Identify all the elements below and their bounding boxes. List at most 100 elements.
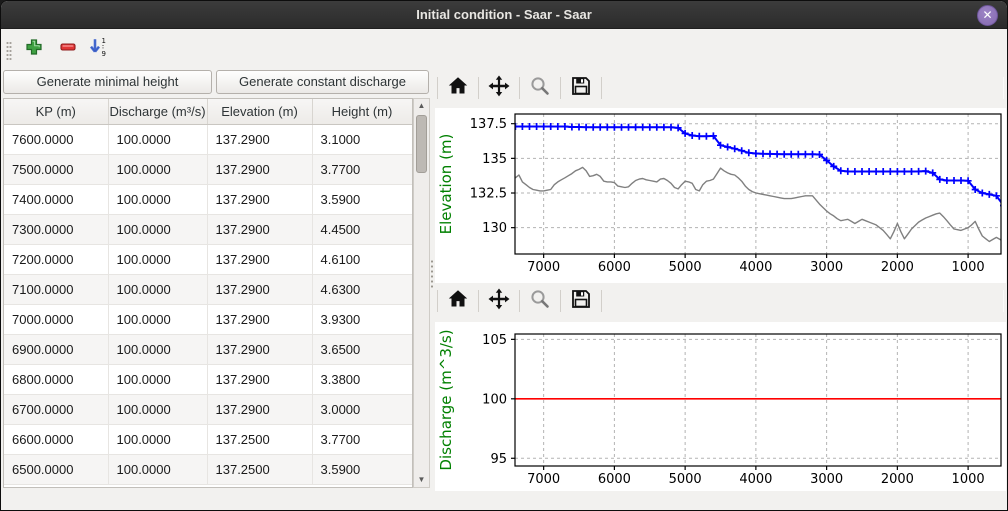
table-cell[interactable]: 3.6500 [312,334,412,364]
table-cell[interactable]: 100.0000 [108,454,207,484]
plus-icon [25,38,43,61]
app-window: Initial condition - Saar - Saar ✕ [0,0,1008,511]
table-cell[interactable]: 7300.0000 [4,214,108,244]
home-button[interactable] [440,74,476,102]
column-header[interactable]: Discharge (m³/s) [108,99,207,124]
column-header[interactable]: Elevation (m) [207,99,312,124]
svg-text:1000: 1000 [952,260,985,275]
table-cell[interactable]: 137.2900 [207,184,312,214]
table-row[interactable]: 7500.0000100.0000137.29003.7700 [4,154,412,184]
table-cell[interactable]: 137.2900 [207,394,312,424]
scrollbar-thumb[interactable] [416,115,427,173]
table-cell[interactable]: 3.3800 [312,364,412,394]
table-row[interactable]: 6800.0000100.0000137.29003.3800 [4,364,412,394]
table-cell[interactable]: 137.2500 [207,424,312,454]
elevation-chart-toolbar [435,73,1006,103]
table-cell[interactable]: 6600.0000 [4,424,108,454]
table-cell[interactable]: 3.7700 [312,424,412,454]
table-cell[interactable]: 3.5900 [312,184,412,214]
main-area: 1 9 Generate minimal height Generate con… [1,29,1008,511]
table-cell[interactable]: 3.9300 [312,304,412,334]
table-cell[interactable]: 100.0000 [108,244,207,274]
table-cell[interactable]: 7500.0000 [4,154,108,184]
table-cell[interactable]: 6500.0000 [4,454,108,484]
zoom-button[interactable] [522,287,558,315]
pan-button[interactable] [481,287,517,315]
generate-constant-discharge-button[interactable]: Generate constant discharge [216,70,429,94]
remove-row-button[interactable] [55,36,81,62]
table-cell[interactable]: 7600.0000 [4,124,108,154]
table-cell[interactable]: 100.0000 [108,214,207,244]
table-cell[interactable]: 3.1000 [312,124,412,154]
table-row[interactable]: 6700.0000100.0000137.29003.0000 [4,394,412,424]
table-cell[interactable]: 100.0000 [108,364,207,394]
table-row[interactable]: 7200.0000100.0000137.29004.6100 [4,244,412,274]
table-cell[interactable]: 3.5900 [312,454,412,484]
scroll-down-arrow[interactable]: ▼ [414,473,429,487]
table-cell[interactable]: 100.0000 [108,124,207,154]
close-button[interactable]: ✕ [977,5,998,26]
table-row[interactable]: 7300.0000100.0000137.29004.4500 [4,214,412,244]
table-cell[interactable]: 6700.0000 [4,394,108,424]
table-cell[interactable]: 100.0000 [108,274,207,304]
table-cell[interactable]: 137.2900 [207,274,312,304]
toolbar-grip-handle[interactable] [6,41,12,61]
table-cell[interactable]: 4.6300 [312,274,412,304]
elevation-figure: 7000600050004000300020001000137.5135132.… [435,108,1006,283]
home-button[interactable] [440,287,476,315]
table-scrollbar[interactable]: ▲ ▼ [413,98,430,488]
sort-rows-button[interactable]: 1 9 [85,36,111,62]
table-row[interactable]: 6900.0000100.0000137.29003.6500 [4,334,412,364]
generate-minimal-height-button[interactable]: Generate minimal height [3,70,212,94]
elevation-chart[interactable]: 7000600050004000300020001000137.5135132.… [435,108,1006,283]
table-cell[interactable]: 6800.0000 [4,364,108,394]
table-cell[interactable]: 137.2500 [207,454,312,484]
table-row[interactable]: 6600.0000100.0000137.25003.7700 [4,424,412,454]
table-cell[interactable]: 137.2900 [207,154,312,184]
table-cell[interactable]: 7200.0000 [4,244,108,274]
table-cell[interactable]: 3.0000 [312,394,412,424]
vertical-splitter-handle[interactable] [430,259,434,289]
table-cell[interactable]: 137.2900 [207,334,312,364]
save-icon [570,75,592,102]
scroll-up-arrow[interactable]: ▲ [414,99,429,113]
table-cell[interactable]: 4.6100 [312,244,412,274]
table-cell[interactable]: 100.0000 [108,394,207,424]
add-row-button[interactable] [21,36,47,62]
table-cell[interactable]: 100.0000 [108,154,207,184]
home-icon [447,75,469,102]
table-row[interactable]: 7100.0000100.0000137.29004.6300 [4,274,412,304]
table-row[interactable]: 7600.0000100.0000137.29003.1000 [4,124,412,154]
save-button[interactable] [563,287,599,315]
toolbar-separator [478,77,479,99]
table-row[interactable]: 7400.0000100.0000137.29003.5900 [4,184,412,214]
table-row[interactable]: 7000.0000100.0000137.29003.9300 [4,304,412,334]
table-cell[interactable]: 100.0000 [108,424,207,454]
save-icon [570,288,592,315]
save-button[interactable] [563,74,599,102]
table-cell[interactable]: 4.4500 [312,214,412,244]
table-cell[interactable]: 100.0000 [108,334,207,364]
table-cell[interactable]: 6900.0000 [4,334,108,364]
table-cell[interactable]: 3.7700 [312,154,412,184]
table-cell[interactable]: 137.2900 [207,124,312,154]
titlebar[interactable]: Initial condition - Saar - Saar ✕ [1,1,1007,29]
zoom-button[interactable] [522,74,558,102]
discharge-chart[interactable]: 700060005000400030002000100010510095Disc… [435,322,1006,491]
column-header[interactable]: KP (m) [4,99,108,124]
table-cell[interactable]: 7000.0000 [4,304,108,334]
table-row[interactable]: 6500.0000100.0000137.25003.5900 [4,454,412,484]
table-cell[interactable]: 137.2900 [207,364,312,394]
table-cell[interactable]: 100.0000 [108,304,207,334]
table-cell[interactable]: 137.2900 [207,304,312,334]
table-cell[interactable]: 7400.0000 [4,184,108,214]
table-cell[interactable]: 137.2900 [207,244,312,274]
svg-text:95: 95 [490,452,507,467]
table-cell[interactable]: 7100.0000 [4,274,108,304]
pan-button[interactable] [481,74,517,102]
toolbar-separator [478,290,479,312]
table-cell[interactable]: 137.2900 [207,214,312,244]
column-header[interactable]: Height (m) [312,99,412,124]
discharge-figure: 700060005000400030002000100010510095Disc… [435,322,1006,491]
table-cell[interactable]: 100.0000 [108,184,207,214]
